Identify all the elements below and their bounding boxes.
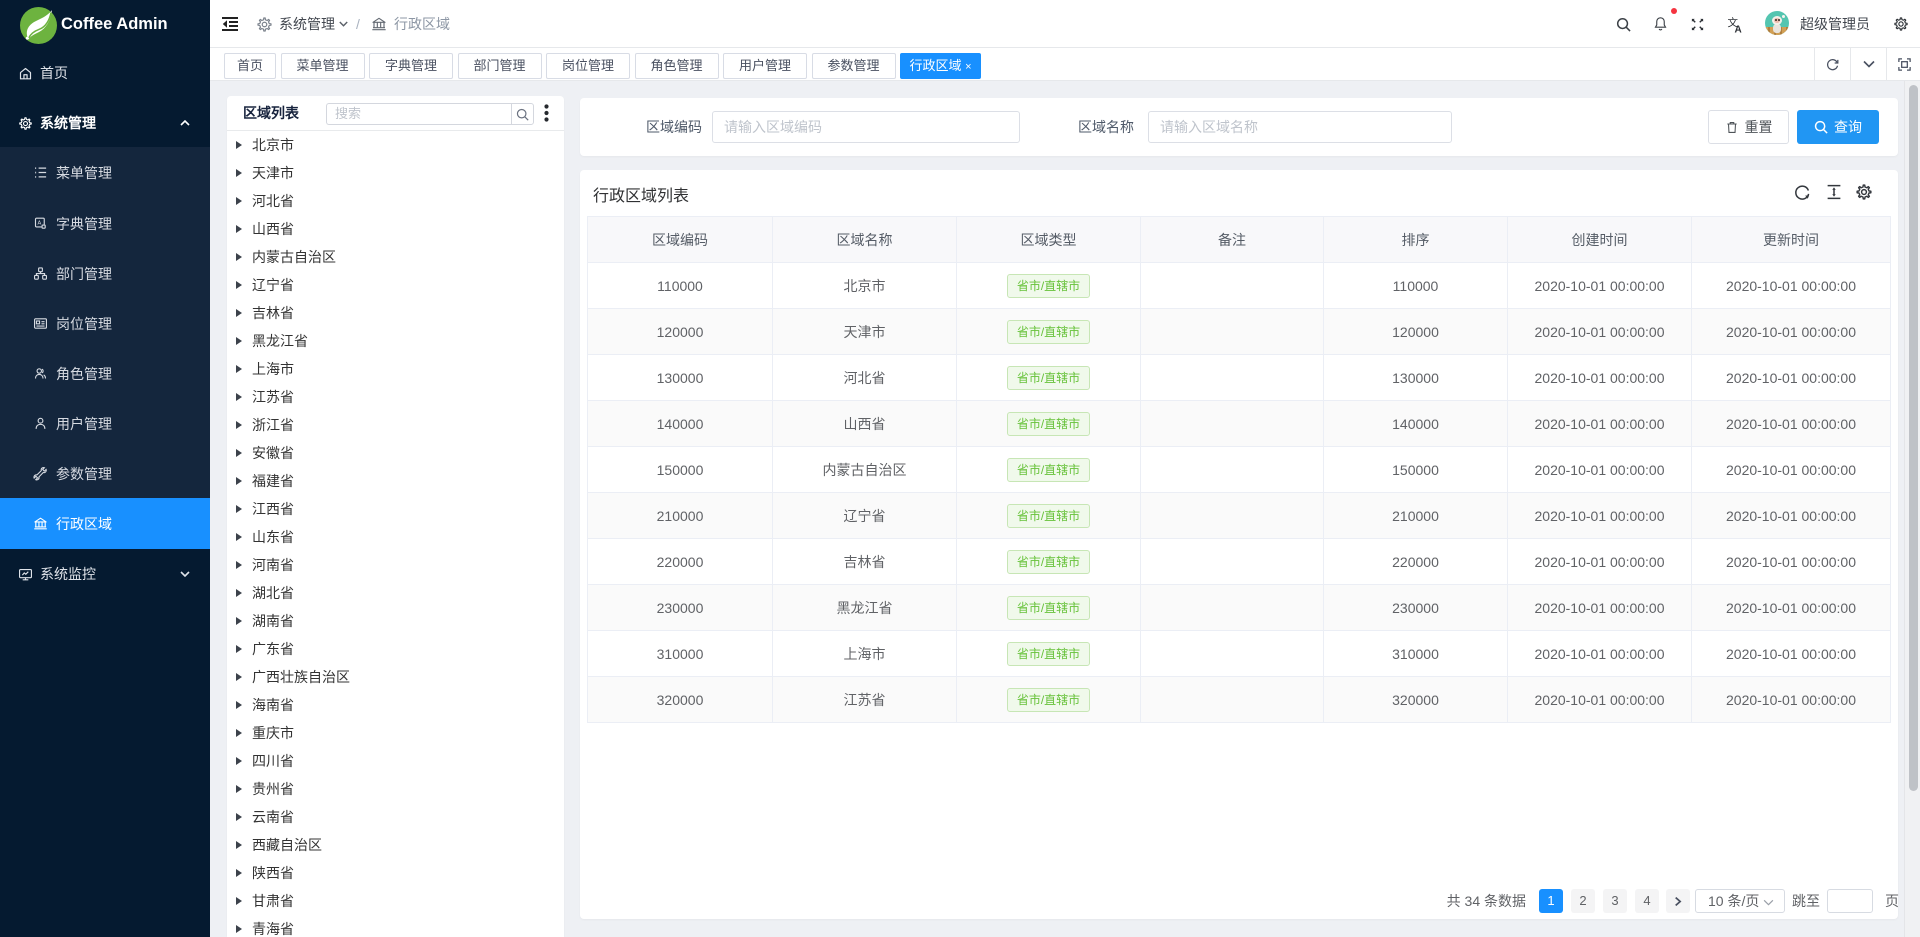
svg-text:A: A: [1735, 24, 1742, 33]
svg-text:A: A: [38, 220, 42, 226]
